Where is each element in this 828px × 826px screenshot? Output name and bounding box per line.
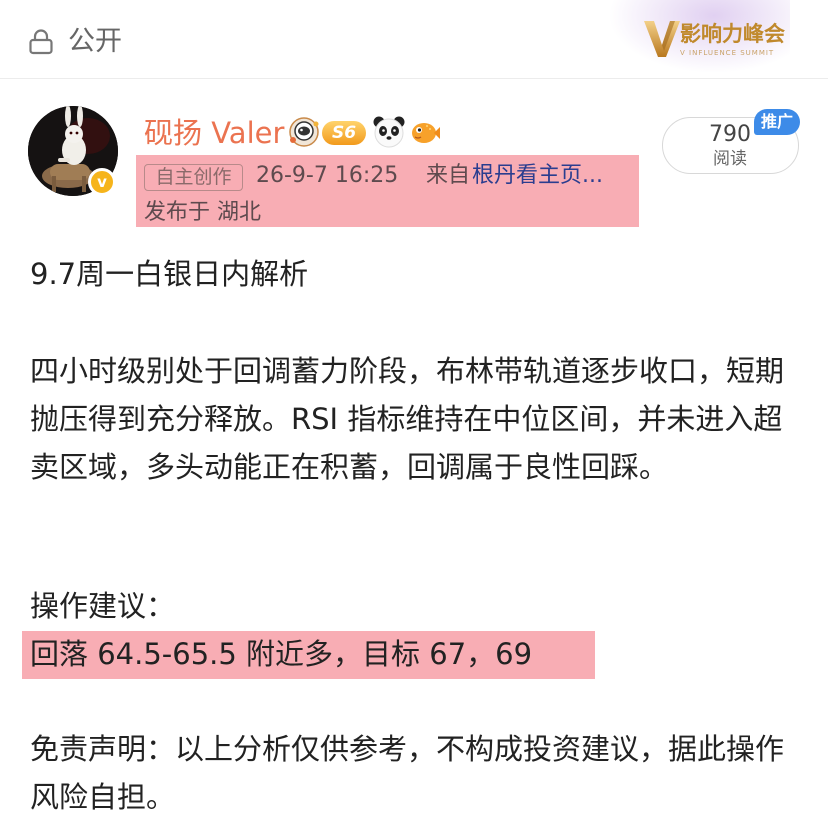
summit-v-icon: [644, 21, 680, 57]
panda-badge-icon[interactable]: [371, 114, 407, 150]
summit-title: 影响力峰会: [680, 22, 785, 46]
advice-heading: 操作建议：: [30, 589, 176, 623]
pufferfish-badge-icon[interactable]: [409, 116, 441, 148]
astronaut-badge-icon[interactable]: [287, 116, 321, 148]
influence-summit-logo[interactable]: 影响力峰会 V INFLUENCE SUMMIT: [642, 15, 785, 67]
advice-detail: 回落 64.5-65.5 附近多，目标 67，69: [30, 637, 533, 671]
verified-icon: v: [88, 168, 116, 196]
read-label: 阅读: [713, 149, 747, 169]
post-title: 9.7周一白银日内解析: [30, 257, 309, 291]
divider: [0, 78, 828, 79]
post-location: 发布于 湖北: [144, 200, 261, 225]
source-link[interactable]: 根丹看主页...: [472, 160, 603, 192]
post-timestamp: 26-9-7 16:25: [256, 163, 399, 188]
source-prefix: 来自: [426, 163, 471, 188]
s6-level-badge[interactable]: S6: [322, 121, 366, 145]
summit-subtitle: V INFLUENCE SUMMIT: [680, 49, 775, 57]
top-bar: 公开 影响力峰会 V INFLUENCE SUMMIT: [0, 0, 828, 78]
lock-icon: [29, 29, 53, 55]
disclaimer: 免责声明：以上分析仅供参考，不构成投资建议，据此操作风险自担。: [30, 732, 785, 814]
original-content-tag: 自主创作: [144, 164, 243, 191]
visibility-label[interactable]: 公开: [68, 24, 122, 60]
post-body: 四小时级别处于回调蓄力阶段，布林带轨道逐步收口，短期抛压得到充分释放。RSI 指…: [30, 354, 785, 484]
author-name[interactable]: 砚扬 Valer: [144, 115, 284, 151]
promote-badge[interactable]: 推广: [754, 109, 800, 135]
